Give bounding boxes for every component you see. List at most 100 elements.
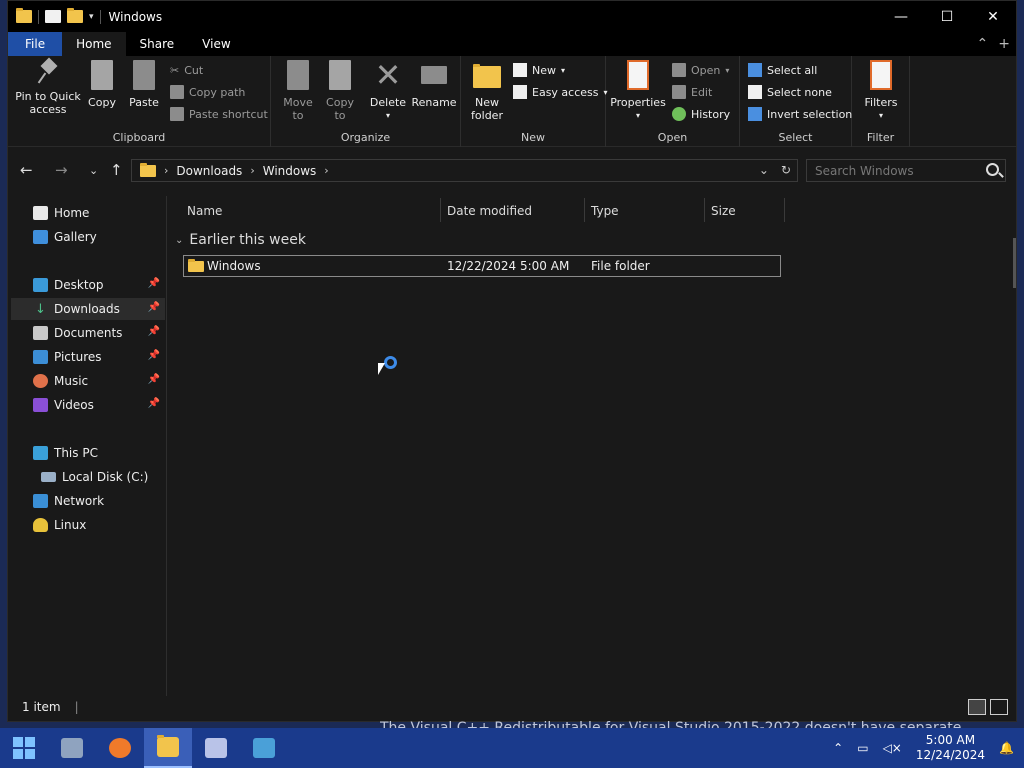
- clock[interactable]: 5:00 AM 12/24/2024: [916, 733, 985, 763]
- history-button[interactable]: History: [672, 104, 730, 124]
- chevron-right-icon[interactable]: ›: [164, 164, 168, 177]
- copy-to-icon: [329, 60, 351, 90]
- pin-to-quick-access-button[interactable]: Pin to Quick access: [13, 60, 83, 116]
- chevron-down-icon[interactable]: ⌄: [759, 163, 769, 177]
- breadcrumb-windows[interactable]: Windows: [263, 164, 317, 178]
- properties-button[interactable]: Properties ▾: [610, 60, 666, 122]
- nav-item-videos[interactable]: Videos 📌: [11, 394, 165, 416]
- nav-pictures-label: Pictures: [54, 350, 102, 364]
- tab-home[interactable]: Home: [62, 32, 126, 56]
- title-bar[interactable]: ▾ Windows — ☐ ✕: [8, 1, 1016, 32]
- pin-icon[interactable]: 📌: [148, 326, 160, 337]
- nav-item-network[interactable]: Network: [11, 490, 165, 512]
- pin-icon[interactable]: 📌: [148, 302, 160, 313]
- pin-icon[interactable]: 📌: [148, 374, 160, 385]
- nav-item-desktop[interactable]: Desktop 📌: [11, 274, 165, 296]
- maximize-button[interactable]: ☐: [924, 1, 970, 32]
- notification-icon[interactable]: 🔔: [999, 741, 1014, 755]
- pin-icon[interactable]: 📌: [148, 350, 160, 361]
- nav-item-home[interactable]: Home: [11, 202, 165, 224]
- select-none-button[interactable]: Select none: [748, 82, 832, 102]
- copy-button[interactable]: Copy: [86, 60, 118, 109]
- forward-button[interactable]: →: [55, 161, 68, 179]
- nav-videos-label: Videos: [54, 398, 94, 412]
- minimize-button[interactable]: —: [878, 1, 924, 32]
- move-to-button[interactable]: Move to: [281, 60, 315, 122]
- close-button[interactable]: ✕: [970, 1, 1016, 32]
- chevron-down-icon[interactable]: ⌄: [175, 235, 183, 246]
- search-box[interactable]: Search Windows: [806, 159, 1006, 182]
- filters-button[interactable]: Filters ▾: [860, 60, 902, 122]
- details-view-icon[interactable]: [968, 699, 986, 715]
- tab-file[interactable]: File: [8, 32, 63, 56]
- tab-view[interactable]: View: [188, 32, 244, 56]
- chevron-down-icon[interactable]: ▾: [89, 12, 94, 22]
- nav-downloads-label: Downloads: [54, 302, 120, 316]
- paste-shortcut-button[interactable]: Paste shortcut: [170, 104, 268, 124]
- cut-label: Cut: [184, 63, 204, 77]
- help-icon[interactable]: +: [998, 36, 1010, 52]
- column-name[interactable]: Name: [185, 198, 443, 224]
- delete-button[interactable]: ✕ Delete ▾: [369, 59, 407, 122]
- column-date-modified[interactable]: Date modified: [445, 198, 585, 224]
- nav-item-gallery[interactable]: Gallery: [11, 226, 165, 248]
- nav-item-documents[interactable]: Documents 📌: [11, 322, 165, 344]
- new-item-button[interactable]: New ▾: [513, 60, 565, 80]
- file-explorer-button[interactable]: [144, 728, 192, 768]
- firefox-button[interactable]: [96, 728, 144, 768]
- start-button[interactable]: [0, 728, 48, 768]
- rename-button[interactable]: Rename: [411, 60, 457, 109]
- pin-icon[interactable]: 📌: [148, 398, 160, 409]
- task-view-button[interactable]: [48, 728, 96, 768]
- nav-item-this-pc[interactable]: This PC: [11, 442, 165, 464]
- new-folder-icon[interactable]: [67, 8, 83, 23]
- open-button[interactable]: Open ▾: [672, 60, 729, 80]
- large-icons-view-icon[interactable]: [990, 699, 1008, 715]
- app-button-2[interactable]: [240, 728, 288, 768]
- column-type[interactable]: Type: [589, 198, 704, 224]
- cut-button[interactable]: ✂ Cut: [170, 60, 203, 80]
- network-icon[interactable]: ▭: [857, 741, 868, 755]
- volume-icon[interactable]: ◁×: [883, 741, 902, 755]
- back-button[interactable]: ←: [20, 161, 33, 179]
- app-button[interactable]: [192, 728, 240, 768]
- pin-icon[interactable]: 📌: [148, 278, 160, 289]
- breadcrumb-downloads[interactable]: Downloads: [176, 164, 242, 178]
- up-button[interactable]: ↑: [110, 161, 123, 179]
- nav-item-pictures[interactable]: Pictures 📌: [11, 346, 165, 368]
- properties-icon[interactable]: [45, 10, 61, 23]
- collapse-ribbon-icon[interactable]: ⌃: [977, 36, 989, 52]
- scrollbar[interactable]: [1013, 238, 1016, 288]
- nav-item-linux[interactable]: Linux: [11, 514, 165, 536]
- tab-share[interactable]: Share: [126, 32, 189, 56]
- address-bar[interactable]: › Downloads › Windows › ⌄ ↻: [131, 159, 798, 182]
- nav-item-music[interactable]: Music 📌: [11, 370, 165, 392]
- desktop-icon: [33, 278, 48, 292]
- select-all-button[interactable]: Select all: [748, 60, 817, 80]
- copy-path-button[interactable]: Copy path: [170, 82, 245, 102]
- easy-access-button[interactable]: Easy access ▾: [513, 82, 608, 102]
- chevron-right-icon[interactable]: ›: [324, 164, 328, 177]
- column-divider[interactable]: [440, 198, 441, 222]
- search-icon[interactable]: [986, 163, 999, 176]
- paste-button[interactable]: Paste: [127, 60, 161, 109]
- copy-to-button[interactable]: Copy to: [323, 60, 357, 122]
- table-row[interactable]: Windows 12/22/2024 5:00 AM File folder: [183, 255, 781, 277]
- column-divider[interactable]: [704, 198, 705, 222]
- group-header[interactable]: ⌄ Earlier this week: [175, 232, 306, 248]
- column-divider[interactable]: [784, 198, 785, 222]
- search-input[interactable]: Search Windows: [815, 164, 914, 178]
- column-size[interactable]: Size: [709, 198, 785, 224]
- chevron-up-icon[interactable]: ⌃: [833, 741, 843, 755]
- pane-divider[interactable]: [166, 196, 167, 696]
- column-divider[interactable]: [584, 198, 585, 222]
- nav-item-downloads[interactable]: ↓ Downloads 📌: [11, 298, 165, 320]
- new-folder-button[interactable]: New folder: [469, 60, 505, 122]
- videos-icon: [33, 398, 48, 412]
- recent-locations-button[interactable]: ⌄: [89, 164, 98, 177]
- nav-item-local-disk[interactable]: Local Disk (C:): [11, 466, 165, 488]
- chevron-right-icon[interactable]: ›: [250, 164, 254, 177]
- invert-selection-button[interactable]: Invert selection: [748, 104, 852, 124]
- edit-button[interactable]: Edit: [672, 82, 712, 102]
- refresh-icon[interactable]: ↻: [781, 163, 791, 177]
